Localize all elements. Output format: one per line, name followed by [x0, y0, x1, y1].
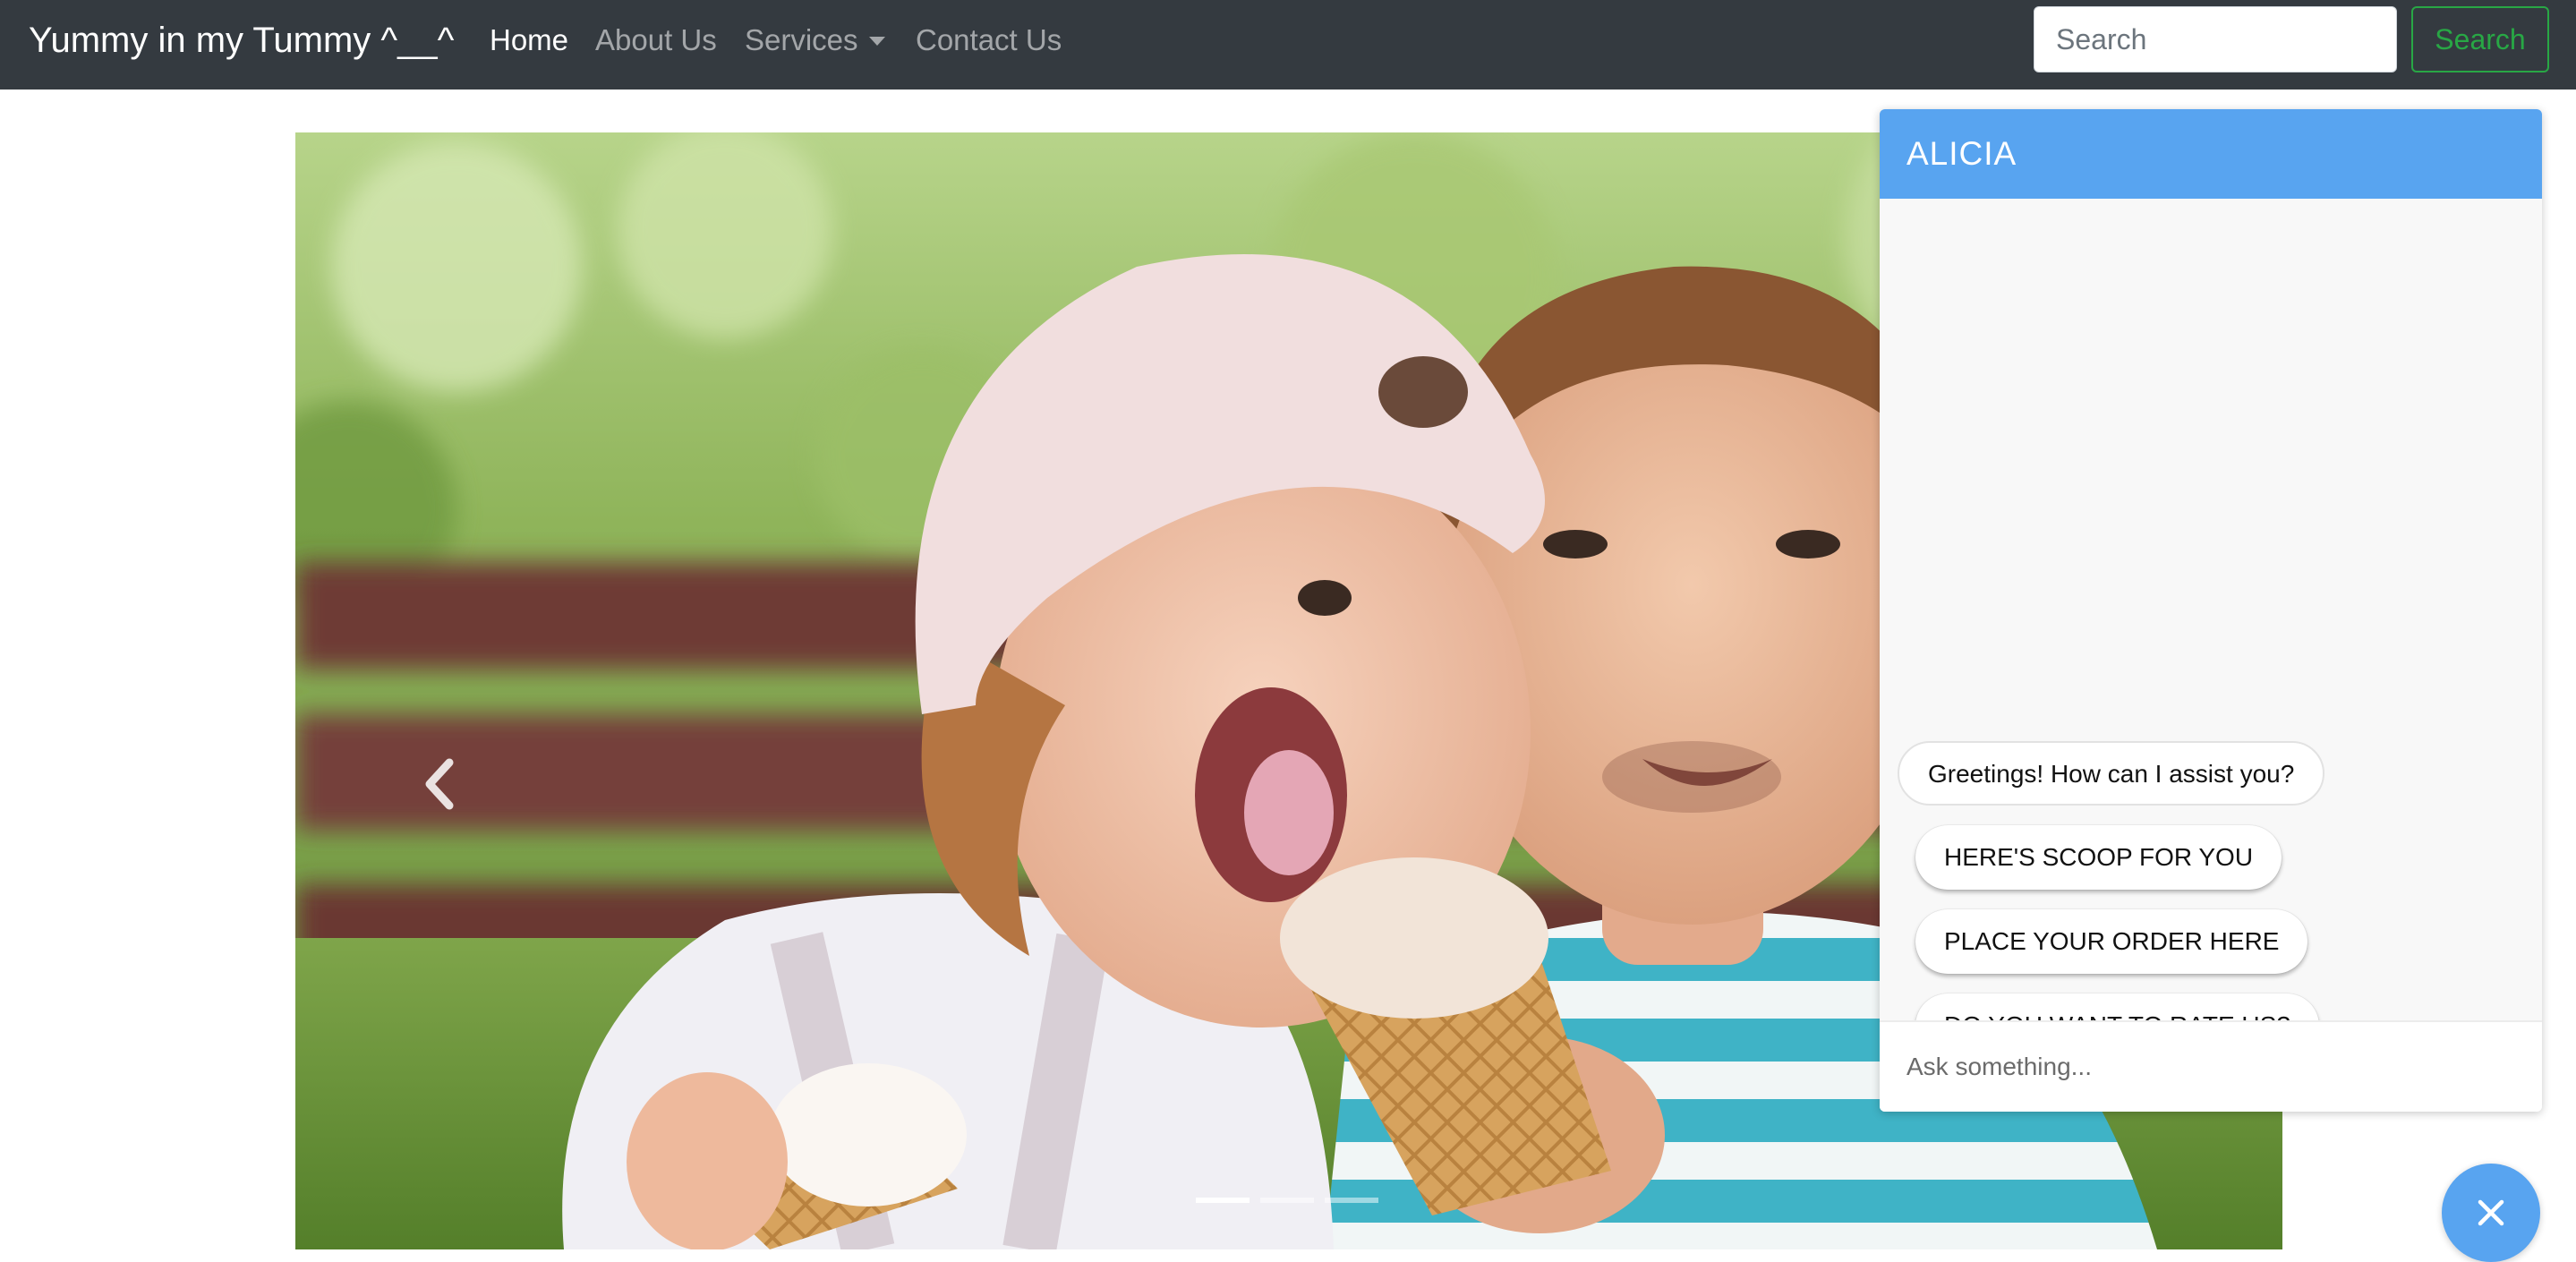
navbar: Yummy in my Tummy ^__^ Home About Us Ser…	[0, 0, 2576, 90]
chat-input[interactable]	[1880, 1022, 2542, 1112]
carousel-indicator-2[interactable]	[1260, 1198, 1314, 1203]
chat-input-area	[1880, 1020, 2542, 1112]
search-button[interactable]: Search	[2411, 6, 2549, 72]
carousel-indicator-1[interactable]	[1196, 1198, 1250, 1203]
quick-reply-order[interactable]: PLACE YOUR ORDER HERE	[1915, 909, 2308, 974]
chat-widget: ALICIA Greetings! How can I assist you? …	[1880, 109, 2542, 1112]
nav-link-home[interactable]: Home	[490, 21, 568, 59]
nav-link-contact-us[interactable]: Contact Us	[916, 21, 1062, 59]
quick-reply-scoop[interactable]: HERE'S SCOOP FOR YOU	[1915, 825, 2282, 890]
close-icon	[2478, 1199, 2504, 1226]
nav-link-about-us[interactable]: About Us	[595, 21, 717, 59]
bot-greeting-message: Greetings! How can I assist you?	[1898, 741, 2325, 806]
brand-logo[interactable]: Yummy in my Tummy ^__^	[29, 18, 454, 63]
chat-toggle-button[interactable]	[2442, 1164, 2540, 1262]
chevron-left-icon	[425, 758, 454, 810]
chevron-down-icon	[868, 37, 885, 46]
nav-link-services[interactable]: Services	[745, 21, 885, 59]
nav-link-services-label: Services	[745, 23, 858, 56]
chat-messages: Greetings! How can I assist you? HERE'S …	[1880, 199, 2542, 1058]
carousel-indicator-3[interactable]	[1325, 1198, 1378, 1203]
chat-title: ALICIA	[1906, 135, 2017, 172]
chat-header: ALICIA	[1880, 109, 2542, 199]
carousel-prev-button[interactable]	[403, 741, 492, 831]
search-input[interactable]	[2034, 6, 2397, 72]
